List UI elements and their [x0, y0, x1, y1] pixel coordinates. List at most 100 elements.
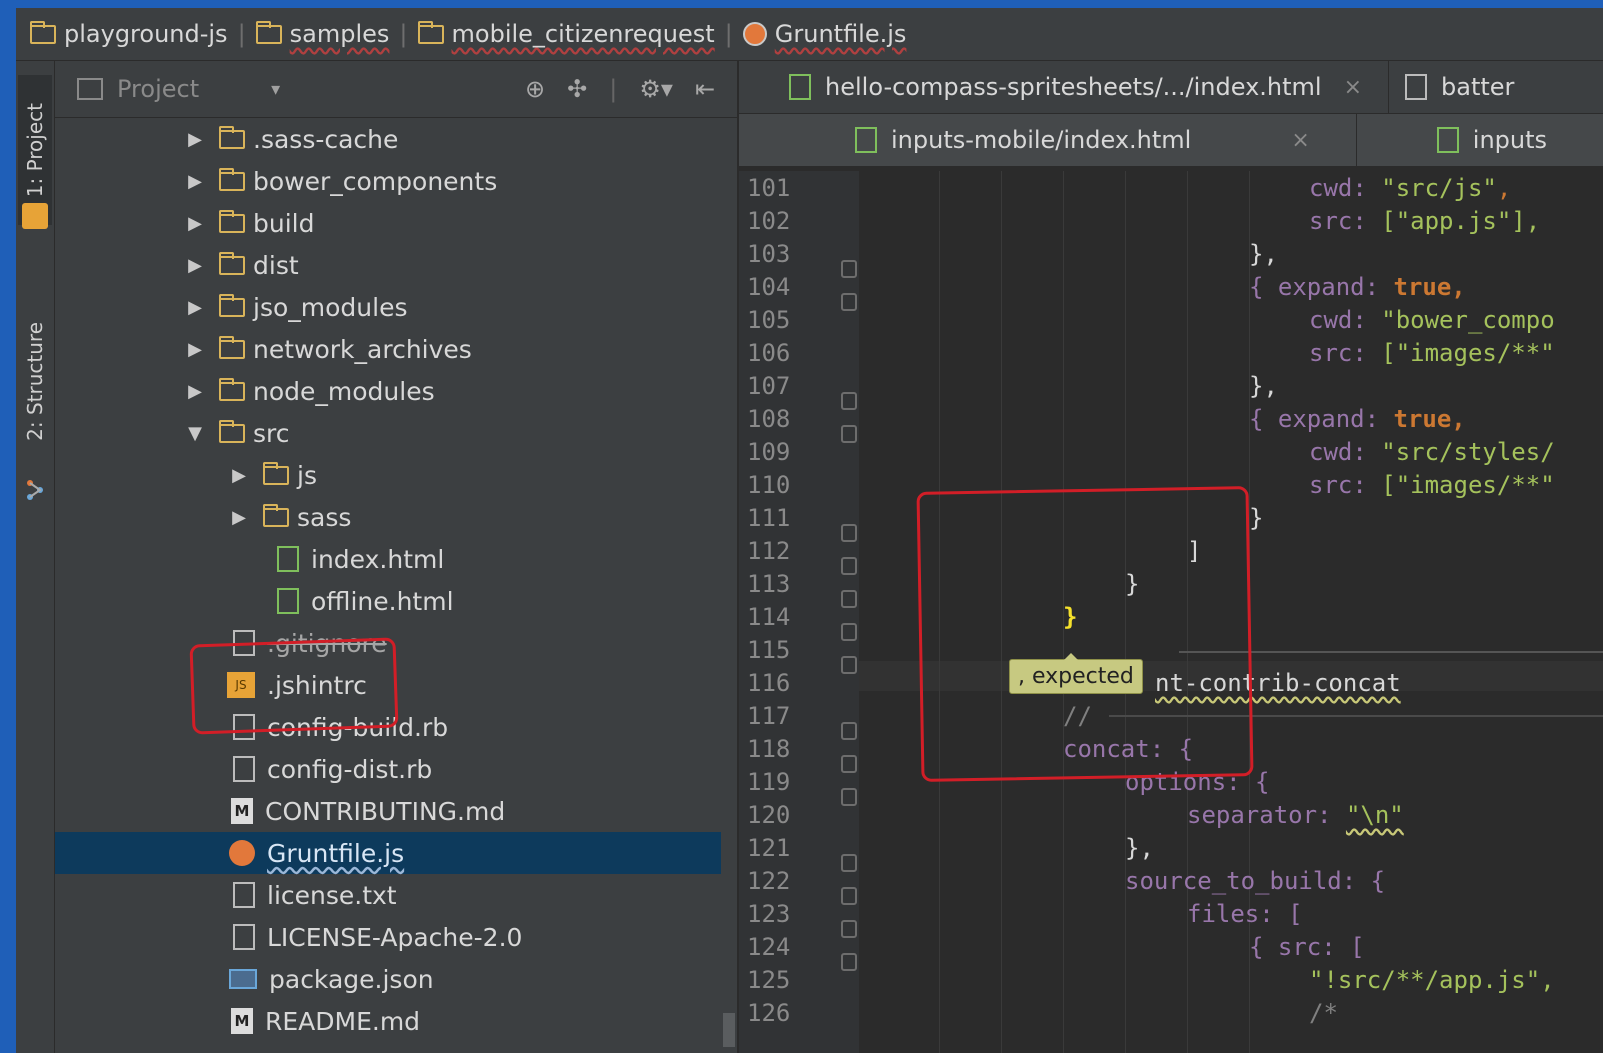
annotation-highlight-box [916, 486, 1254, 782]
tree-item-node-modules[interactable]: ▶ node_modules [55, 370, 721, 412]
line-number: 120 [747, 801, 791, 829]
breadcrumb-item-samples[interactable]: samples [255, 20, 389, 48]
folder-icon [263, 461, 289, 485]
tree-item-offline-html[interactable]: offline.html [55, 580, 721, 622]
tree-item-dist[interactable]: ▶ dist [55, 244, 721, 286]
folder-icon [255, 20, 282, 44]
tree-item-readme[interactable]: M README.md [55, 1000, 721, 1042]
line-number: 110 [747, 471, 791, 499]
project-view-icon [77, 78, 103, 100]
expand-arrow-icon[interactable]: ▶ [185, 297, 205, 318]
tree-item-jso-modules[interactable]: ▶ jso_modules [55, 286, 721, 328]
fold-marker-icon[interactable] [841, 524, 857, 542]
tree-item-src[interactable]: ▼ src [55, 412, 721, 454]
folder-icon [219, 335, 245, 359]
folder-icon [219, 419, 245, 443]
line-number: 103 [747, 240, 791, 268]
breadcrumb-item-gruntfile[interactable]: Gruntfile.js [742, 20, 906, 48]
breadcrumb-item-playground-js[interactable]: playground-js [30, 20, 228, 48]
code-line-125: "!src/**/app.js", [1309, 966, 1555, 994]
expand-arrow-icon[interactable]: ▶ [185, 255, 205, 276]
expand-arrow-icon[interactable]: ▶ [185, 339, 205, 360]
markdown-file-icon: M [231, 1008, 253, 1034]
tree-item-js[interactable]: ▶ js [55, 454, 721, 496]
folder-icon [219, 293, 245, 317]
folder-icon [219, 251, 245, 275]
line-number: 117 [747, 702, 791, 730]
annotation-highlight-box [189, 637, 399, 735]
code-line-120: separator: "\n" [1187, 801, 1404, 829]
project-panel: Project ▾ ⊕ ✣ | ⚙▾ ⇤ ▶ .sass-cache ▶ bow… [55, 61, 739, 1053]
grunt-icon [742, 22, 767, 46]
fold-marker-icon[interactable] [841, 590, 857, 608]
line-number: 106 [747, 339, 791, 367]
folder-icon [417, 20, 444, 44]
fold-marker-icon[interactable] [841, 392, 857, 410]
expand-arrow-icon[interactable]: ▶ [185, 129, 205, 150]
fold-marker-icon[interactable] [841, 755, 857, 773]
fold-marker-icon[interactable] [841, 953, 857, 971]
fold-marker-icon[interactable] [841, 788, 857, 806]
line-number: 126 [747, 999, 791, 1027]
project-panel-header: Project ▾ ⊕ ✣ | ⚙▾ ⇤ [55, 61, 737, 118]
line-number: 124 [747, 933, 791, 961]
fold-marker-icon[interactable] [841, 722, 857, 740]
expand-arrow-icon[interactable]: ▶ [229, 465, 249, 486]
tree-item-build[interactable]: ▶ build [55, 202, 721, 244]
tree-item-sass-cache[interactable]: ▶ .sass-cache [55, 118, 721, 160]
tree-item-config-dist[interactable]: config-dist.rb [55, 748, 721, 790]
line-number: 109 [747, 438, 791, 466]
tree-scrollbar[interactable] [723, 1013, 735, 1047]
expand-arrow-icon[interactable]: ▶ [185, 171, 205, 192]
divider: | [609, 75, 618, 103]
code-line-121: }, [1125, 834, 1154, 862]
tree-item-package-json[interactable]: package.json [55, 958, 721, 1000]
code-view[interactable]: 101 102 103 104 105 106 107 108 109 110 … [739, 61, 1603, 1053]
editor-area: hello-compass-spritesheets/.../index.htm… [739, 61, 1603, 1053]
fold-marker-icon[interactable] [841, 425, 857, 443]
expand-arrow-icon[interactable]: ▶ [229, 507, 249, 528]
chevron-down-icon[interactable]: ▾ [271, 79, 280, 100]
code-line-124: { src: [ [1249, 933, 1365, 961]
target-icon[interactable]: ⊕ [525, 75, 545, 103]
tree-item-index-html[interactable]: index.html [55, 538, 721, 580]
project-icon [22, 203, 48, 229]
code-line-105: cwd: "bower_compo [1309, 306, 1555, 334]
tree-item-sass[interactable]: ▶ sass [55, 496, 721, 538]
fold-marker-icon[interactable] [841, 623, 857, 641]
tree-item-network-archives[interactable]: ▶ network_archives [55, 328, 721, 370]
folder-icon [219, 377, 245, 401]
code-line-101: cwd: "src/js", [1309, 174, 1512, 202]
line-number: 113 [747, 570, 791, 598]
fold-marker-icon[interactable] [841, 887, 857, 905]
fold-marker-icon[interactable] [841, 260, 857, 278]
split-icon[interactable]: ✣ [567, 75, 587, 103]
line-number: 125 [747, 966, 791, 994]
code-line-122: source_to_build: { [1125, 867, 1386, 895]
tree-item-license-apache[interactable]: LICENSE-Apache-2.0 [55, 916, 721, 958]
expand-arrow-icon[interactable]: ▶ [185, 213, 205, 234]
structure-tool-tab[interactable]: 2: Structure [18, 281, 52, 481]
tool-window-strip: 1: Project 2: Structure [16, 61, 55, 1053]
json-file-icon [229, 969, 257, 989]
project-view-selector[interactable]: Project [117, 75, 199, 103]
pin-icon[interactable]: ⇤ [695, 75, 715, 103]
tree-item-contributing[interactable]: M CONTRIBUTING.md [55, 790, 721, 832]
expand-arrow-icon[interactable]: ▶ [185, 381, 205, 402]
tree-item-gruntfile[interactable]: Gruntfile.js [55, 832, 721, 874]
tree-item-bower-components[interactable]: ▶ bower_components [55, 160, 721, 202]
gear-icon[interactable]: ⚙▾ [639, 75, 673, 103]
ide-window: playground-js | samples | mobile_citizen… [16, 8, 1603, 1053]
breadcrumb-item-mobile-citizenrequest[interactable]: mobile_citizenrequest [417, 20, 715, 48]
fold-marker-icon[interactable] [841, 656, 857, 674]
fold-marker-icon[interactable] [841, 557, 857, 575]
tree-item-license-txt[interactable]: license.txt [55, 874, 721, 916]
fold-marker-icon[interactable] [841, 854, 857, 872]
code-line-102: src: ["app.js"], [1309, 207, 1541, 235]
structure-icon [27, 480, 43, 500]
collapse-arrow-icon[interactable]: ▼ [185, 423, 205, 444]
fold-marker-icon[interactable] [841, 920, 857, 938]
html-file-icon [277, 546, 299, 572]
fold-marker-icon[interactable] [841, 293, 857, 311]
code-line-107: }, [1249, 372, 1278, 400]
